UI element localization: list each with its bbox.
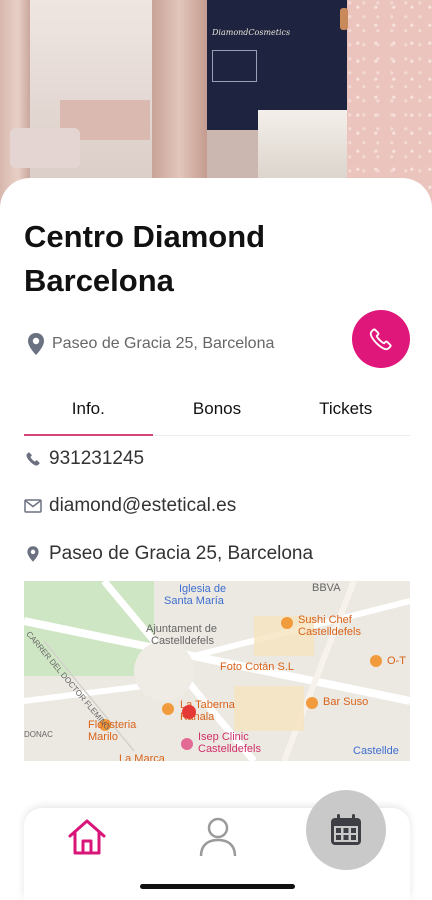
business-name: Centro Diamond Barcelona <box>24 219 266 298</box>
map-label: Santa María <box>164 595 224 607</box>
restaurant-marker[interactable] <box>306 697 318 709</box>
home-icon[interactable] <box>66 816 108 858</box>
phone-number: 931231245 <box>49 448 145 469</box>
wall-logo: DiamondCosmetics <box>212 28 291 37</box>
map-label: Castelldefels <box>298 626 361 638</box>
restaurant-marker[interactable] <box>162 703 174 715</box>
map-label: Foto Cotán S.L <box>220 661 294 673</box>
phone-icon <box>24 450 42 468</box>
map-street-label: DONAC <box>24 730 53 739</box>
address-text: Paseo de Gracia 25, Barcelona <box>49 543 314 564</box>
header-address-text: Paseo de Gracia 25, Barcelona <box>52 335 275 352</box>
map-label: Isep Clinic <box>198 731 249 743</box>
user-icon[interactable] <box>198 816 238 858</box>
info-email-row[interactable]: diamond@estetical.es <box>24 495 236 517</box>
tab-tickets[interactable]: Tickets <box>281 390 410 435</box>
map-label: Bar Suso <box>323 696 369 708</box>
map-label: Ajuntament de <box>146 623 217 635</box>
map-label: O-T <box>387 655 406 667</box>
calendar-icon <box>331 814 361 845</box>
envelope-icon <box>24 497 42 515</box>
map-pin-icon <box>24 545 42 563</box>
map-label: Iglesia de <box>179 583 227 595</box>
map-label: Castelldefels <box>151 635 214 647</box>
restaurant-marker[interactable] <box>281 617 293 629</box>
location-map[interactable]: Iglesia de Santa María BBVA Sushi Chef C… <box>24 581 410 761</box>
selected-location-pin[interactable] <box>182 705 196 719</box>
map-label: La Marca <box>119 753 165 761</box>
map-label: Sushi Chef <box>298 614 352 626</box>
map-pin-icon <box>28 333 44 355</box>
book-appointment-button[interactable] <box>306 790 386 870</box>
tab-bar: Info. Bonos Tickets <box>24 390 410 436</box>
phone-icon <box>369 328 392 351</box>
call-button[interactable] <box>352 310 410 368</box>
clinic-marker[interactable] <box>181 738 193 750</box>
map-label: Castellde <box>353 745 399 757</box>
info-phone-row[interactable]: 931231245 <box>24 448 144 470</box>
tab-info[interactable]: Info. <box>24 390 153 436</box>
map-label: BBVA <box>312 582 341 594</box>
tab-bonos[interactable]: Bonos <box>153 390 282 435</box>
restaurant-marker[interactable] <box>370 655 382 667</box>
header-address: Paseo de Gracia 25, Barcelona <box>26 330 274 358</box>
email-address: diamond@estetical.es <box>49 495 237 516</box>
map-label: Castelldefels <box>198 743 261 755</box>
info-address-row[interactable]: Paseo de Gracia 25, Barcelona <box>24 543 313 565</box>
home-indicator <box>140 884 295 889</box>
